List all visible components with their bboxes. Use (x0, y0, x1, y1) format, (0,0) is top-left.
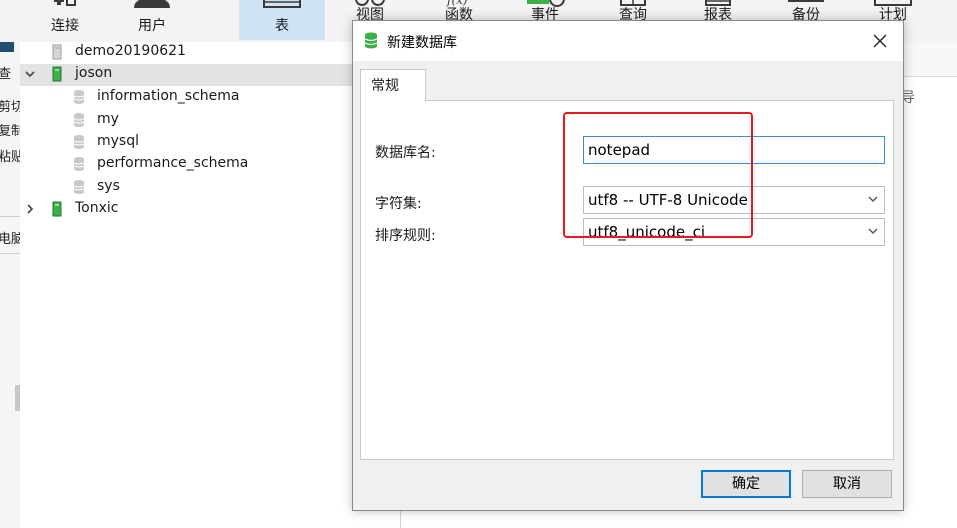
tree-label: demo20190621 (75, 43, 186, 59)
side-item-computer[interactable]: 电脑 (0, 228, 20, 247)
user-icon (134, 0, 170, 8)
toolbar-table-button[interactable]: 表 (239, 0, 325, 40)
collation-label: 排序规则: (375, 228, 436, 244)
side-item-paste[interactable]: 粘贴 (0, 146, 20, 165)
chevron-down-icon (868, 196, 878, 202)
tree-database-information_schema[interactable]: information_schema (20, 87, 400, 109)
tree-database-my[interactable]: my (20, 110, 400, 132)
server-icon (52, 44, 62, 60)
server-icon (52, 201, 62, 217)
ok-button[interactable]: 确定 (701, 470, 791, 498)
collation-value: utf8_unicode_ci (588, 223, 705, 241)
charset-select[interactable]: utf8 -- UTF-8 Unicode (583, 186, 885, 214)
tree-connection-tonxic[interactable]: Tonxic (20, 199, 400, 221)
database-green-icon (364, 32, 378, 49)
toolbar-connect-button[interactable]: 连接 (27, 0, 103, 40)
database-icon (73, 90, 85, 104)
chevron-right-icon[interactable] (24, 202, 36, 216)
tab-general[interactable]: 常规 (360, 69, 426, 102)
db-name-label: 数据库名: (375, 145, 436, 161)
general-tab-panel: 数据库名: 字符集: utf8 -- UTF-8 Unicode 排序规则: u… (360, 100, 894, 460)
side-item-cut[interactable]: 剪切 (0, 96, 20, 115)
dialog-title: 新建数据库 (387, 35, 457, 51)
close-button[interactable] (865, 27, 895, 55)
side-divider (0, 216, 20, 217)
side-divider (0, 253, 20, 254)
toolbar-connect-label: 连接 (51, 18, 79, 34)
side-panel-header (0, 42, 14, 52)
connect-icon (54, 0, 76, 6)
database-icon (73, 157, 85, 171)
db-name-input[interactable] (583, 136, 885, 164)
tree-connection-demo20190621[interactable]: demo20190621 (20, 42, 400, 64)
dialog-titlebar[interactable]: 新建数据库 (353, 21, 903, 61)
tree-label: my (97, 111, 119, 127)
new-database-dialog: 新建数据库 常规 数据库名: 字符集: utf8 -- UTF-8 Unicod… (352, 20, 904, 511)
chevron-down-icon[interactable] (24, 67, 36, 81)
chevron-down-icon (868, 228, 878, 234)
tree-database-performance_schema[interactable]: performance_schema (20, 154, 400, 176)
close-icon (873, 34, 887, 48)
table-icon (263, 0, 301, 8)
tree-label: Tonxic (75, 200, 119, 216)
side-item-copy[interactable]: 复制 (0, 120, 20, 139)
database-icon (73, 135, 85, 149)
charset-label: 字符集: (375, 196, 422, 212)
tree-connection-joson[interactable]: joson (20, 64, 400, 86)
tab-general-label: 常规 (371, 78, 399, 94)
collation-select[interactable]: utf8_unicode_ci (583, 218, 885, 246)
cancel-button[interactable]: 取消 (802, 470, 892, 498)
tree-label: mysql (97, 133, 139, 149)
tree-label: information_schema (97, 88, 240, 104)
toolbar-user-label: 用户 (138, 18, 166, 34)
left-side-panel: 查 剪切 复制 粘贴 电脑 (0, 42, 21, 528)
toolbar-user-button[interactable]: 用户 (114, 0, 190, 40)
side-item-search[interactable]: 查 (0, 63, 11, 82)
charset-value: utf8 -- UTF-8 Unicode (588, 191, 748, 209)
tree-label: joson (75, 65, 113, 81)
tree-database-mysql[interactable]: mysql (20, 132, 400, 154)
toolbar-table-label: 表 (275, 18, 289, 34)
tree-label: performance_schema (97, 155, 249, 171)
database-icon (73, 180, 85, 194)
database-icon (73, 113, 85, 127)
tree-database-sys[interactable]: sys (20, 177, 400, 199)
server-icon (52, 66, 62, 82)
tree-label: sys (97, 178, 120, 194)
connection-tree: demo20190621 joson information_schema my (20, 42, 401, 528)
